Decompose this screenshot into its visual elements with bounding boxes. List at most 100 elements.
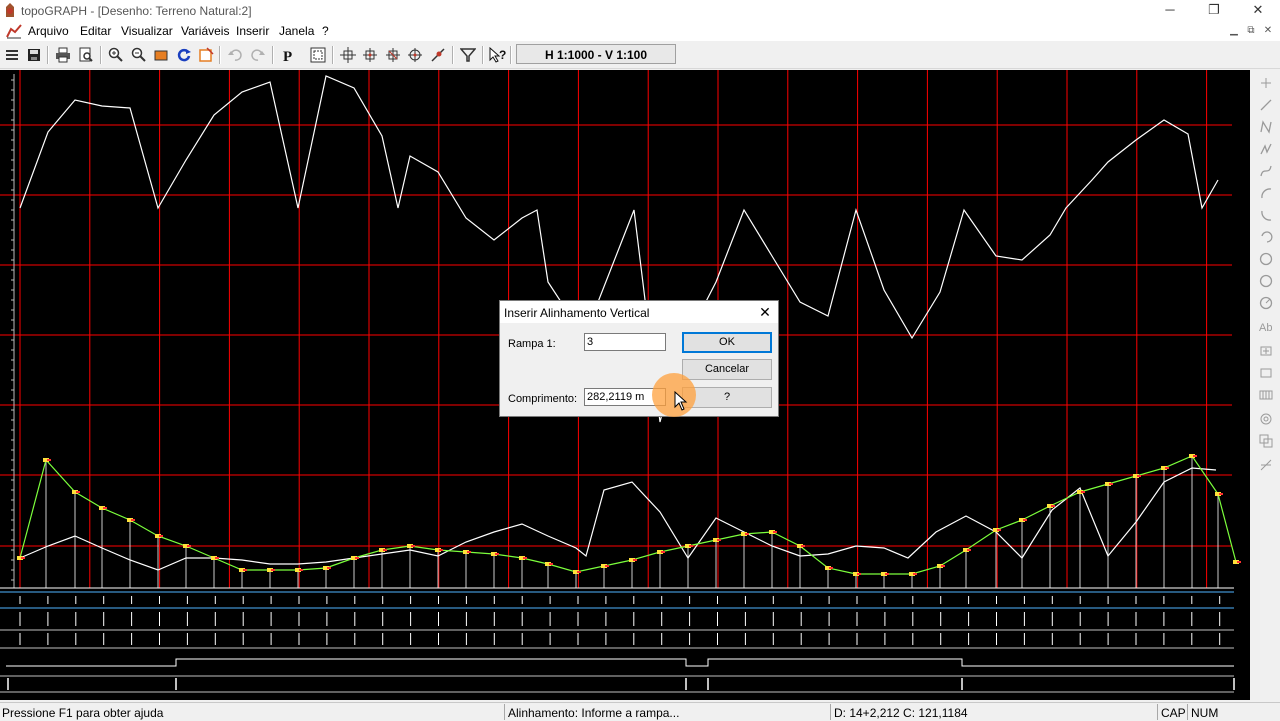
vertex-marker-red <box>21 557 25 559</box>
filter-icon[interactable] <box>458 45 478 65</box>
svg-text:Ab: Ab <box>1259 322 1272 334</box>
vertex-marker-red <box>1193 455 1197 457</box>
ok-button[interactable]: OK <box>682 332 772 353</box>
line-icon[interactable] <box>1257 96 1275 114</box>
arc-icon[interactable] <box>1257 184 1275 202</box>
vertex-marker-red <box>661 551 665 553</box>
vertex-marker-red <box>411 545 415 547</box>
menu-editar[interactable]: Editar <box>80 24 111 38</box>
toolbar-separator <box>332 46 334 64</box>
minimize-button[interactable]: ─ <box>1148 0 1192 22</box>
rampa-input[interactable] <box>584 333 666 351</box>
dialog-close-button[interactable]: ✕ <box>752 301 778 323</box>
restore-button[interactable]: ❐ <box>1192 0 1236 22</box>
status-coordinates: D: 14+2,212 C: 121,1184 <box>834 706 968 720</box>
terrain-profile-lower[interactable] <box>19 467 1217 571</box>
vertex-marker-red <box>773 531 777 533</box>
toolbar-separator <box>100 46 102 64</box>
print-preview-icon[interactable] <box>76 45 96 65</box>
menu-help[interactable]: ? <box>322 24 329 38</box>
close-button[interactable]: ✕ <box>1236 0 1280 22</box>
snap-point-icon[interactable] <box>405 45 425 65</box>
vertex-marker-red <box>633 559 637 561</box>
hatch-icon[interactable] <box>1257 386 1275 404</box>
vertex-marker-red <box>549 563 553 565</box>
vertex-marker-red <box>439 549 443 551</box>
zoom-in-icon[interactable] <box>106 45 126 65</box>
vertex-marker-red <box>967 549 971 551</box>
toolbar-separator <box>47 46 49 64</box>
vertex-marker-red <box>997 529 1001 531</box>
menu-variaveis[interactable]: Variáveis <box>181 24 229 38</box>
snap-icon[interactable] <box>360 45 380 65</box>
zoom-window-icon[interactable] <box>151 45 171 65</box>
polyline-icon[interactable] <box>1257 118 1275 136</box>
elevation-axis <box>11 74 15 588</box>
menu-arquivo[interactable]: Arquivo <box>28 24 69 38</box>
snap-center-icon[interactable] <box>383 45 403 65</box>
svg-text:P: P <box>283 49 292 63</box>
point-icon[interactable] <box>1257 74 1275 92</box>
curve-icon[interactable] <box>1257 162 1275 180</box>
move-icon[interactable] <box>338 45 358 65</box>
trim-icon[interactable] <box>1257 456 1275 474</box>
vertex-marker-red <box>1165 467 1169 469</box>
vertex-marker-red <box>327 567 331 569</box>
spline-icon[interactable] <box>1257 140 1275 158</box>
vertex-marker-red <box>1109 483 1113 485</box>
select-window-icon[interactable] <box>308 45 328 65</box>
context-help-icon[interactable]: ? <box>488 45 508 65</box>
vertical-alignment-dialog: Inserir Alinhamento Vertical ✕ Rampa 1: … <box>499 300 779 417</box>
dialog-title: Inserir Alinhamento Vertical <box>504 306 650 320</box>
insert-block-icon[interactable] <box>1257 342 1275 360</box>
print-icon[interactable] <box>53 45 73 65</box>
drawing-toolbar: Ab <box>1252 70 1280 700</box>
properties-icon[interactable]: P <box>278 45 298 65</box>
vertex-marker-red <box>243 569 247 571</box>
measure-icon[interactable] <box>428 45 448 65</box>
mdi-close-button[interactable]: ✕ <box>1260 24 1276 38</box>
dialog-title-bar[interactable]: Inserir Alinhamento Vertical ✕ <box>500 301 778 323</box>
circle-3-icon[interactable] <box>1257 294 1275 312</box>
text-icon[interactable]: Ab <box>1257 318 1275 336</box>
document-icon[interactable] <box>6 23 22 39</box>
redraw-icon[interactable] <box>174 45 194 65</box>
vertex-marker-red <box>717 539 721 541</box>
status-bar: Pressione F1 para obter ajuda Alinhament… <box>0 702 1280 721</box>
undo-icon[interactable] <box>225 45 245 65</box>
save-icon[interactable] <box>24 45 44 65</box>
copy-icon[interactable] <box>1257 432 1275 450</box>
zoom-extents-icon[interactable] <box>196 45 216 65</box>
rectangle-icon[interactable] <box>1257 364 1275 382</box>
vertex-marker-red <box>857 573 861 575</box>
mdi-minimize-button[interactable]: ▁ <box>1226 24 1242 38</box>
mdi-restore-button[interactable]: ⧉ <box>1243 24 1259 38</box>
vertex-marker-red <box>1237 561 1241 563</box>
arc-2-icon[interactable] <box>1257 206 1275 224</box>
vertex-marker-red <box>1081 491 1085 493</box>
vertex-marker-red <box>215 557 219 559</box>
status-separator <box>830 704 831 720</box>
circle-2-icon[interactable] <box>1257 272 1275 290</box>
vertical-alignment-profile[interactable] <box>19 455 1237 575</box>
menu-visualizar[interactable]: Visualizar <box>121 24 173 38</box>
menu-icon[interactable] <box>2 45 22 65</box>
menu-janela[interactable]: Janela <box>279 24 314 38</box>
zoom-out-icon[interactable] <box>129 45 149 65</box>
station-verticals <box>45 456 1219 588</box>
svg-text:?: ? <box>499 48 506 62</box>
cancel-button[interactable]: Cancelar <box>682 359 772 380</box>
band-curve-line <box>6 658 1234 667</box>
arc-3-icon[interactable] <box>1257 228 1275 246</box>
menu-inserir[interactable]: Inserir <box>236 24 269 38</box>
vertex-marker-red <box>1219 493 1223 495</box>
circle-icon[interactable] <box>1257 250 1275 268</box>
vertex-marker-red <box>577 571 581 573</box>
vertex-marker-red <box>103 507 107 509</box>
redo-icon[interactable] <box>248 45 268 65</box>
status-num: NUM <box>1191 706 1219 720</box>
comprimento-label: Comprimento: <box>508 393 578 405</box>
vertex-marker-red <box>1137 475 1141 477</box>
vertex-marker-red <box>745 533 749 535</box>
rotate-icon[interactable] <box>1257 410 1275 428</box>
